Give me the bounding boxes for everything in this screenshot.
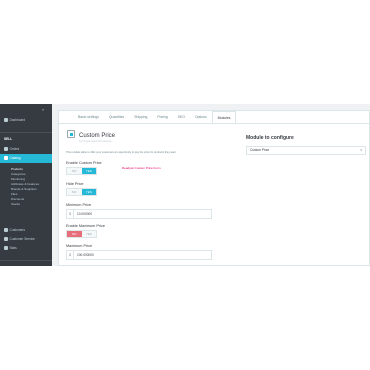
sidebar-item-orders[interactable]: Orders [4, 147, 19, 151]
toggle-no[interactable]: NO [67, 231, 82, 237]
module-logo-icon [67, 130, 75, 138]
product-form: Basic settings Quantities Shipping Prici… [58, 110, 370, 266]
sidebar-item-label: Customers [9, 228, 25, 232]
sidebar-item-label: Orders [9, 147, 20, 151]
account-icon [4, 228, 8, 232]
sidebar-item-catalog-row: Catalog [4, 156, 21, 160]
enable-custom-price-toggle[interactable]: NO YES [66, 167, 97, 175]
hide-price-label: Hide Price [66, 182, 84, 186]
sidebar-subitem-categories[interactable]: Categories [11, 172, 26, 176]
product-tabs: Basic settings Quantities Shipping Prici… [73, 111, 237, 123]
sidebar-item-customers[interactable]: Customers [4, 228, 25, 232]
maximum-price-label: Maximum Price [66, 244, 93, 248]
module-select-value: Custom Price [250, 148, 270, 152]
module-subtitle: by ProgramacionPrestashop [79, 140, 112, 143]
chevron-down-icon: ▾ [360, 148, 362, 152]
enable-custom-price-label: Enable Custom Price [66, 161, 102, 165]
module-select[interactable]: Custom Price ▾ [246, 146, 366, 155]
collapse-sidebar-icon[interactable]: « [42, 107, 44, 112]
enable-maximum-price-toggle[interactable]: NO YES [66, 230, 97, 238]
currency-addon: $ [67, 210, 74, 218]
store-icon [4, 156, 8, 160]
sidebar-subitem-stocks[interactable]: Stocks [11, 202, 20, 206]
sidebar-item-dashboard[interactable]: Dashboard [4, 118, 25, 122]
minimum-price-value[interactable]: 10.000000 [74, 212, 92, 216]
sidebar-item-label: Customer Service [9, 237, 35, 241]
toggle-no[interactable]: NO [67, 168, 82, 174]
enable-maximum-price-label: Enable Maximum Price [66, 224, 106, 228]
minimum-price-input[interactable]: $ 10.000000 [66, 209, 212, 219]
prestashop-admin: « Dashboard SELL Orders Catalog Products… [0, 104, 370, 266]
sidebar-subitem-files[interactable]: Files [11, 192, 17, 196]
sidebar-subitem-discounts[interactable]: Discounts [11, 197, 24, 201]
trending-up-icon [4, 118, 8, 122]
tab-pricing[interactable]: Pricing [152, 111, 172, 123]
tab-modules[interactable]: Modules [211, 111, 237, 123]
tab-options[interactable]: Options [190, 111, 212, 123]
tab-seo[interactable]: SEO [173, 111, 190, 123]
module-description: This module allow to offer your customer… [66, 151, 177, 154]
tabs-divider [59, 123, 370, 124]
sidebar-divider [0, 260, 52, 261]
currency-addon: $ [67, 251, 74, 259]
sidebar-subitem-brands[interactable]: Brands & Suppliers [11, 187, 37, 191]
tab-basic-settings[interactable]: Basic settings [73, 111, 104, 123]
sidebar-item-customer-service[interactable]: Customer Service [4, 237, 35, 241]
sidebar-divider [0, 132, 52, 133]
sidebar-subitem-products[interactable]: Products [11, 167, 23, 171]
shopping-basket-icon [4, 147, 8, 151]
toggle-no[interactable]: NO [67, 189, 82, 195]
hide-price-toggle[interactable]: NO YES [66, 188, 97, 196]
module-title: Custom Price [79, 133, 116, 139]
minimum-price-label: Minimum Price [66, 203, 92, 207]
toggle-yes[interactable]: YES [81, 168, 96, 174]
module-to-configure-title: Module to configure [246, 135, 294, 141]
readjust-form-link[interactable]: Readjust Custom Price Form [122, 166, 161, 170]
sidebar: « Dashboard SELL Orders Catalog Products… [0, 104, 52, 266]
bar-chart-icon [4, 246, 8, 250]
sidebar-subitem-attributes[interactable]: Attributes & Features [11, 182, 39, 186]
sidebar-item-stats[interactable]: Stats [4, 246, 17, 250]
sidebar-section-title: SELL [4, 137, 13, 141]
sidebar-item-label: Stats [9, 246, 17, 250]
tab-quantities[interactable]: Quantities [104, 111, 129, 123]
sidebar-item-catalog[interactable]: Catalog [0, 154, 52, 163]
tab-shipping[interactable]: Shipping [129, 111, 152, 123]
chat-icon [4, 237, 8, 241]
toggle-yes[interactable]: YES [81, 189, 96, 195]
sidebar-item-label: Dashboard [9, 118, 26, 122]
maximum-price-value[interactable]: 100.000000 [74, 253, 94, 257]
sidebar-subitem-monitoring[interactable]: Monitoring [11, 177, 25, 181]
maximum-price-input[interactable]: $ 100.000000 [66, 250, 212, 260]
toggle-yes[interactable]: YES [82, 231, 97, 237]
sidebar-item-label: Catalog [9, 156, 21, 160]
